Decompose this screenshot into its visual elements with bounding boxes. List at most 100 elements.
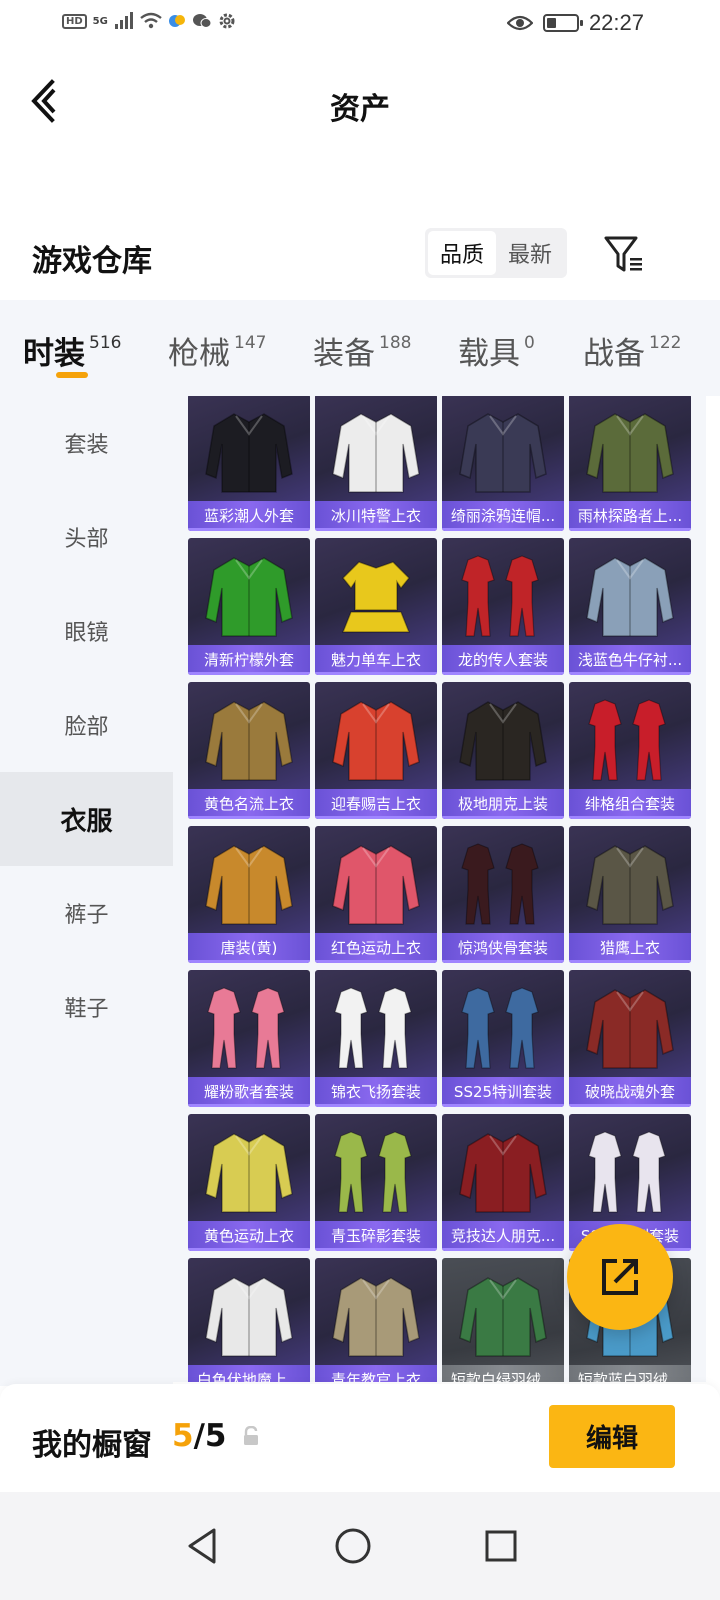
tab-firearms[interactable]: 枪械 147 (168, 328, 266, 373)
tab-vehicles[interactable]: 载具 0 (458, 328, 535, 373)
status-bar: HD 5G 22:27 (0, 0, 720, 48)
item-image (586, 989, 674, 1069)
tab-label: 载具 (458, 336, 520, 372)
item-card[interactable]: 青玉碎影套装 (315, 1114, 437, 1251)
sort-latest-button[interactable]: 最新 (496, 231, 564, 275)
item-name: 锦衣飞扬套装 (315, 1077, 437, 1107)
item-card[interactable]: 迎春赐吉上衣 (315, 682, 437, 819)
nav-back-icon[interactable] (184, 1526, 224, 1566)
tab-supplies[interactable]: 战备 122 (583, 328, 681, 373)
item-card[interactable]: 黄色名流上衣 (188, 682, 310, 819)
item-image (332, 845, 420, 925)
item-card[interactable]: 极地朋克上装 (442, 682, 564, 819)
sidebar-item-glasses[interactable]: 眼镜 (0, 584, 173, 678)
item-card[interactable]: 魅力单车上衣 (315, 538, 437, 675)
item-card[interactable]: 青年教官上衣 (315, 1258, 437, 1382)
wechat-icon (192, 14, 212, 28)
item-name: 红色运动上衣 (315, 933, 437, 963)
item-name: 短款白绿羽绒... (442, 1365, 564, 1382)
signal-icon (114, 12, 133, 29)
sidebar-item-outfits[interactable]: 套装 (0, 396, 173, 490)
item-name: 黄色名流上衣 (188, 789, 310, 819)
item-image (341, 561, 411, 633)
item-card[interactable]: 红色运动上衣 (315, 826, 437, 963)
sort-toggle: 品质 最新 (425, 228, 567, 278)
item-card[interactable]: 唐装(黄) (188, 826, 310, 963)
warehouse-title: 游戏仓库 (32, 244, 152, 279)
item-image (205, 1277, 293, 1357)
nav-recent-icon[interactable] (481, 1526, 521, 1566)
item-name: 蓝彩潮人外套 (188, 501, 310, 531)
item-name: 竞技达人朋克... (442, 1221, 564, 1251)
item-card[interactable]: 短款白绿羽绒... (442, 1258, 564, 1382)
tab-count: 122 (649, 333, 682, 353)
item-image (459, 413, 547, 493)
item-card[interactable]: 冰川特警上衣 (315, 396, 437, 531)
item-image (332, 1277, 420, 1357)
item-card[interactable]: 雨林探路者上... (569, 396, 691, 531)
tab-count: 147 (234, 333, 267, 353)
wifi-icon (140, 12, 162, 29)
showcase-bar: 我的橱窗 5/5 编辑 (0, 1384, 720, 1492)
item-card[interactable]: 绮丽涂鸦连帽... (442, 396, 564, 531)
item-image (205, 557, 293, 637)
system-nav-bar (0, 1492, 720, 1600)
item-name: 短款蓝白羽绒... (569, 1365, 691, 1382)
item-card[interactable]: 耀粉歌者套装 (188, 970, 310, 1107)
battery-icon (542, 14, 583, 32)
sidebar-item-face[interactable]: 脸部 (0, 678, 173, 772)
tab-count: 516 (89, 333, 122, 353)
item-image (461, 987, 539, 1069)
edit-button[interactable]: 编辑 (549, 1405, 675, 1468)
item-card[interactable]: 绯格组合套装 (569, 682, 691, 819)
item-name: 青年教官上衣 (315, 1365, 437, 1382)
item-image (461, 843, 539, 925)
item-name: SS25特训套装 (442, 1077, 564, 1107)
item-name: 黄色运动上衣 (188, 1221, 310, 1251)
item-name: 魅力单车上衣 (315, 645, 437, 675)
clock: 22:27 (588, 10, 644, 35)
item-card[interactable]: 蓝彩潮人外套 (188, 396, 310, 531)
item-card[interactable]: 浅蓝色牛仔衬... (569, 538, 691, 675)
item-name: 绯格组合套装 (569, 789, 691, 819)
item-card[interactable]: 白色伏地魔上... (188, 1258, 310, 1382)
nav-home-icon[interactable] (333, 1526, 373, 1566)
item-card[interactable]: 猎鹰上衣 (569, 826, 691, 963)
sidebar-item-shoes[interactable]: 鞋子 (0, 960, 173, 1054)
tab-equipment[interactable]: 装备 188 (313, 328, 411, 373)
item-name: 浅蓝色牛仔衬... (569, 645, 691, 675)
item-card[interactable]: 惊鸿侠骨套装 (442, 826, 564, 963)
item-image (332, 413, 420, 493)
item-image (334, 1131, 412, 1213)
item-name: 绮丽涂鸦连帽... (442, 501, 564, 531)
item-image (588, 1131, 666, 1213)
item-card[interactable]: 清新柠檬外套 (188, 538, 310, 675)
item-name: 清新柠檬外套 (188, 645, 310, 675)
item-card[interactable]: 竞技达人朋克... (442, 1114, 564, 1251)
item-name: 惊鸿侠骨套装 (442, 933, 564, 963)
sidebar-item-head[interactable]: 头部 (0, 490, 173, 584)
item-image (334, 987, 412, 1069)
item-card[interactable]: 龙的传人套装 (442, 538, 564, 675)
sidebar-item-clothing[interactable]: 衣服 (0, 772, 173, 866)
item-image (207, 987, 285, 1069)
item-image (459, 1277, 547, 1357)
share-button[interactable] (567, 1224, 673, 1330)
network-label: 5G (92, 15, 108, 27)
item-image (205, 845, 293, 925)
item-card[interactable]: 破晓战魂外套 (569, 970, 691, 1107)
item-card[interactable]: 锦衣飞扬套装 (315, 970, 437, 1107)
showcase-total: /5 (193, 1418, 227, 1454)
filter-icon[interactable] (602, 232, 646, 276)
item-image (332, 701, 420, 781)
item-name: 唐装(黄) (188, 933, 310, 963)
item-card[interactable]: SS25特训套装 (442, 970, 564, 1107)
sort-quality-button[interactable]: 品质 (428, 231, 496, 275)
lock-icon (244, 1426, 258, 1445)
sidebar-item-pants[interactable]: 裤子 (0, 866, 173, 960)
tab-label: 战备 (583, 336, 645, 372)
showcase-current: 5 (172, 1418, 194, 1454)
item-card[interactable]: 黄色运动上衣 (188, 1114, 310, 1251)
tab-count: 0 (524, 333, 535, 353)
tab-fashion[interactable]: 时装 516 (23, 328, 122, 378)
